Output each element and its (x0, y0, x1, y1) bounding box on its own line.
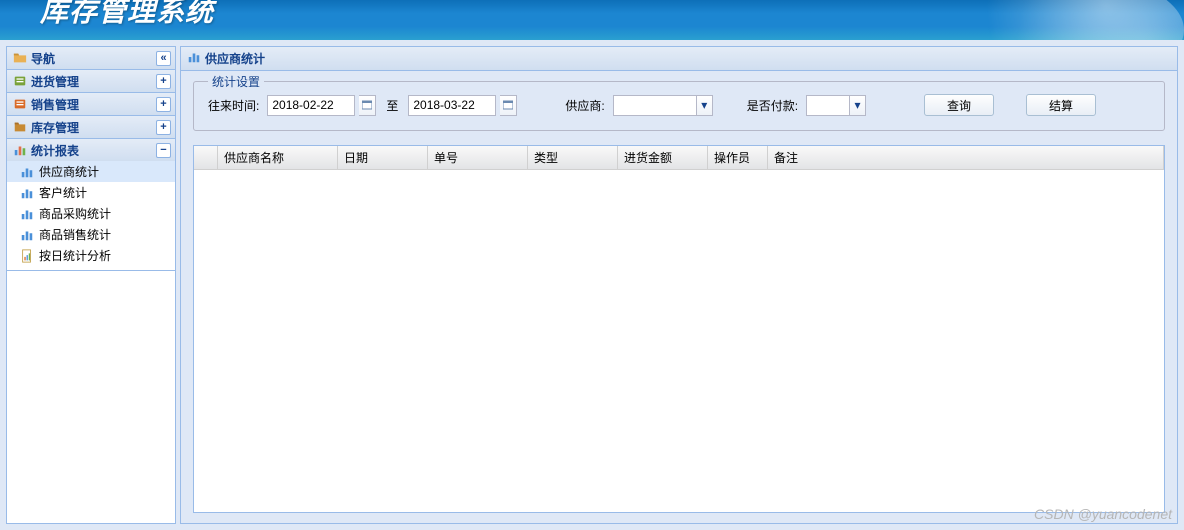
expand-sales-button[interactable]: + (156, 97, 171, 112)
tree-item-label: 商品销售统计 (39, 226, 111, 243)
tree-item-label: 供应商统计 (39, 163, 99, 180)
date-range-label: 往来时间: (208, 97, 259, 114)
col-operator[interactable]: 操作员 (708, 146, 768, 169)
nav-title: 导航 (31, 50, 55, 67)
watermark: CSDN @yuancodenet (1034, 506, 1172, 522)
nav-section-purchase[interactable]: 进货管理 + (6, 69, 176, 93)
main-panel-header: 供应商统计 (181, 47, 1177, 71)
col-amount[interactable]: 进货金额 (618, 146, 708, 169)
date-to-input[interactable] (408, 95, 496, 116)
date-from-picker-button[interactable] (359, 95, 376, 116)
tree-item-supplier-stats[interactable]: 供应商统计 (7, 161, 175, 182)
col-supplier-name[interactable]: 供应商名称 (218, 146, 338, 169)
query-button[interactable]: 查询 (924, 94, 994, 116)
nav-icon (13, 51, 27, 65)
settle-button[interactable]: 结算 (1026, 94, 1096, 116)
nav-empty-space (6, 271, 176, 524)
col-remark[interactable]: 备注 (768, 146, 1164, 169)
reports-icon (13, 143, 27, 157)
sales-icon (13, 97, 27, 111)
expand-purchase-button[interactable]: + (156, 74, 171, 89)
paid-label: 是否付款: (747, 97, 798, 114)
collapse-reports-button[interactable]: − (156, 143, 171, 158)
supplier-label: 供应商: (565, 97, 604, 114)
tree-item-daily-analysis[interactable]: 按日统计分析 (7, 245, 175, 266)
nav-section-label: 销售管理 (31, 96, 79, 113)
fieldset-legend: 统计设置 (208, 73, 264, 90)
main-panel: 供应商统计 统计设置 往来时间: 至 供应商: ▾ (180, 46, 1178, 524)
collapse-nav-button[interactable]: « (156, 51, 171, 66)
col-date[interactable]: 日期 (338, 146, 428, 169)
tree-item-purchase-stats[interactable]: 商品采购统计 (7, 203, 175, 224)
nav-section-sales[interactable]: 销售管理 + (6, 92, 176, 116)
results-grid: 供应商名称 日期 单号 类型 进货金额 操作员 备注 (193, 145, 1165, 513)
paid-combo[interactable]: ▾ (806, 95, 866, 116)
app-body: 导航 « 进货管理 + 销售管理 + (0, 40, 1184, 530)
chevron-down-icon: ▾ (696, 96, 712, 115)
chevron-down-icon: ▾ (849, 96, 865, 115)
app-header: 库存管理系统 (0, 0, 1184, 40)
nav-section-reports[interactable]: 统计报表 − (6, 138, 176, 162)
grid-body-empty (194, 170, 1164, 512)
doc-icon (19, 248, 35, 264)
chart-icon (187, 50, 201, 67)
stats-settings-fieldset: 统计设置 往来时间: 至 供应商: ▾ 是否付款: (193, 81, 1165, 131)
grid-header: 供应商名称 日期 单号 类型 进货金额 操作员 备注 (194, 146, 1164, 170)
tree-item-label: 按日统计分析 (39, 247, 111, 264)
col-checkbox[interactable] (194, 146, 218, 169)
date-from-input[interactable] (267, 95, 355, 116)
to-label: 至 (386, 97, 398, 114)
app-title: 库存管理系统 (40, 0, 214, 30)
chart-icon (19, 206, 35, 222)
nav-header[interactable]: 导航 « (6, 46, 176, 70)
chart-icon (19, 227, 35, 243)
tree-item-label: 客户统计 (39, 184, 87, 201)
reports-tree: 供应商统计 客户统计 商品采购统计 商品销售统计 按日统计分析 按月统计分析 (6, 161, 176, 271)
tree-item-sales-stats[interactable]: 商品销售统计 (7, 224, 175, 245)
inventory-icon (13, 120, 27, 134)
chart-icon (19, 164, 35, 180)
header-decor (924, 0, 1184, 40)
content-area: 统计设置 往来时间: 至 供应商: ▾ 是否付款: (181, 71, 1177, 523)
purchase-icon (13, 74, 27, 88)
tree-item-customer-stats[interactable]: 客户统计 (7, 182, 175, 203)
nav-section-label: 进货管理 (31, 73, 79, 90)
nav-section-label: 库存管理 (31, 119, 79, 136)
col-type[interactable]: 类型 (528, 146, 618, 169)
nav-section-label: 统计报表 (31, 142, 79, 159)
nav-panel: 导航 « 进货管理 + 销售管理 + (6, 46, 176, 524)
col-order-no[interactable]: 单号 (428, 146, 528, 169)
filter-form-row: 往来时间: 至 供应商: ▾ 是否付款: (208, 94, 1150, 116)
main-panel-title: 供应商统计 (205, 50, 265, 67)
date-to-picker-button[interactable] (500, 95, 517, 116)
expand-inventory-button[interactable]: + (156, 120, 171, 135)
chart-icon (19, 185, 35, 201)
supplier-combo[interactable]: ▾ (613, 95, 713, 116)
nav-section-inventory[interactable]: 库存管理 + (6, 115, 176, 139)
tree-item-label: 商品采购统计 (39, 205, 111, 222)
